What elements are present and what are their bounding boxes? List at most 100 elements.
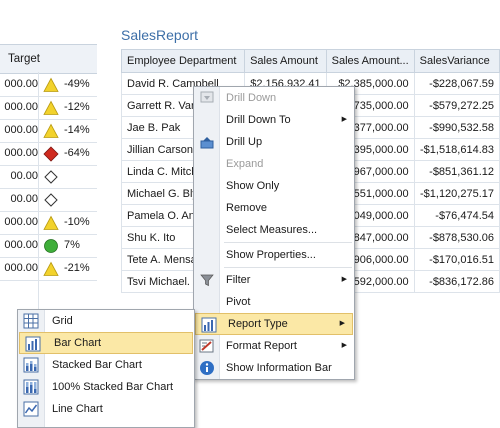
submenu-item-100-stacked-bar-chart[interactable]: 100% Stacked Bar Chart [18,376,194,398]
submenu-arrow-icon: ▶ [341,116,347,123]
menu-item-report-type[interactable]: Report Type ▶ [195,313,353,335]
menu-separator [224,242,352,243]
sales-variance-cell: -$836,172.86 [413,270,500,293]
menu-item-label: Drill Down To [226,114,291,126]
variance-percent: 7% [64,239,80,251]
drill-up-icon [200,137,214,149]
menu-item-label: Select Measures... [226,224,318,236]
target-value: 000.00 [4,216,38,228]
menu-item-show-only[interactable]: Show Only [194,175,354,197]
menu-item-drill-up[interactable]: Drill Up [194,131,354,153]
sales-variance-cell: -$1,120,275.17 [413,182,500,205]
menu-item-label: Line Chart [52,403,103,415]
warning-triangle-icon [43,77,59,92]
variance-percent: -12% [64,101,90,113]
format-report-icon [199,339,214,353]
sales-variance-cell: -$1,518,614.83 [413,138,500,161]
menu-item-label: Show Information Bar [226,362,332,374]
context-menu: Drill Down Drill Down To ▶ Drill Up Expa… [193,86,355,380]
menu-item-remove[interactable]: Remove [194,197,354,219]
scorecard-row[interactable]: 000.00 7% [0,235,97,258]
menu-item-expand[interactable]: Expand [194,153,354,175]
column-header-sales-amount-target[interactable]: Sales Amount... [325,49,415,73]
scorecard-row[interactable]: 000.00 -49% [0,74,97,97]
variance-percent: -14% [64,124,90,136]
menu-item-pivot[interactable]: Pivot [194,291,354,313]
submenu-item-line-chart[interactable]: Line Chart [18,398,194,420]
scorecard-row[interactable]: 00.00 [0,166,97,189]
target-value: 000.00 [4,124,38,136]
target-value: 000.00 [4,262,38,274]
scorecard-row[interactable]: 000.00 -14% [0,120,97,143]
menu-item-drill-down[interactable]: Drill Down [194,87,354,109]
menu-item-label: 100% Stacked Bar Chart [52,381,174,393]
grid-icon [23,313,39,329]
menu-item-label: Bar Chart [54,337,102,349]
bar-chart-icon [25,336,41,352]
scorecard-header: Target [0,44,97,74]
stacked-100-bar-chart-icon [23,379,39,395]
menu-item-label: Grid [52,315,73,327]
sales-variance-cell: -$76,474.54 [413,204,500,227]
sales-variance-cell: -$579,272.25 [413,94,500,117]
warning-triangle-icon [43,215,59,230]
target-column-header: Target [8,53,40,65]
warning-triangle-icon [43,261,59,276]
submenu-item-stacked-bar-chart[interactable]: Stacked Bar Chart [18,354,194,376]
scorecard-row[interactable]: 00.00 [0,189,97,212]
empty-diamond-icon [44,193,58,207]
sales-variance-cell: -$228,067.59 [413,72,500,95]
scorecard-row[interactable]: 000.00 -10% [0,212,97,235]
target-value: 000.00 [4,78,38,90]
sales-variance-cell: -$851,361.12 [413,160,500,183]
menu-item-filter[interactable]: Filter ▶ [194,269,354,291]
menu-item-label: Drill Up [226,136,263,148]
column-header-sales-variance[interactable]: SalesVariance [413,49,500,73]
menu-item-label: Expand [226,158,264,170]
submenu-item-bar-chart[interactable]: Bar Chart [19,332,193,354]
info-icon [200,361,214,375]
scorecard-row[interactable]: 000.00 -64% [0,143,97,166]
menu-item-label: Report Type [228,318,288,330]
stacked-bar-chart-icon [23,357,39,373]
line-chart-icon [23,401,39,417]
green-circle-icon [44,239,58,253]
grid-header-row: Employee Department Sales Amount Sales A… [120,49,500,73]
column-header-sales-amount[interactable]: Sales Amount [244,49,327,73]
menu-separator [224,267,352,268]
menu-item-label: Stacked Bar Chart [52,359,142,371]
menu-item-label: Show Only [226,180,280,192]
menu-item-show-properties[interactable]: Show Properties... [194,244,354,266]
warning-triangle-icon [43,100,59,115]
red-diamond-icon [43,146,59,162]
menu-item-label: Format Report [226,340,297,352]
report-title: SalesReport [121,27,199,43]
menu-item-label: Show Properties... [226,249,316,261]
submenu-arrow-icon: ▶ [339,320,345,327]
target-value: 00.00 [10,193,38,205]
target-value: 000.00 [4,101,38,113]
variance-percent: -49% [64,78,90,90]
column-header-employee-department[interactable]: Employee Department [120,49,246,73]
scorecard-row[interactable]: 000.00 -12% [0,97,97,120]
target-value: 00.00 [10,170,38,182]
drill-down-icon [200,91,214,103]
menu-item-format-report[interactable]: Format Report ▶ [194,335,354,357]
menu-item-select-measures[interactable]: Select Measures... [194,219,354,241]
menu-item-show-information-bar[interactable]: Show Information Bar [194,357,354,379]
target-value: 000.00 [4,239,38,251]
bar-chart-icon [201,317,217,333]
sales-variance-cell: -$170,016.51 [413,248,500,271]
sales-variance-cell: -$990,532.58 [413,116,500,139]
scorecard-row[interactable]: 000.00 -21% [0,258,97,281]
menu-item-label: Pivot [226,296,251,308]
menu-item-label: Remove [226,202,267,214]
sales-variance-cell: -$878,530.06 [413,226,500,249]
submenu-item-grid[interactable]: Grid [18,310,194,332]
filter-icon [200,274,214,287]
menu-item-drill-down-to[interactable]: Drill Down To ▶ [194,109,354,131]
empty-diamond-icon [44,170,58,184]
submenu-arrow-icon: ▶ [341,342,347,349]
warning-triangle-icon [43,123,59,138]
variance-percent: -21% [64,262,90,274]
